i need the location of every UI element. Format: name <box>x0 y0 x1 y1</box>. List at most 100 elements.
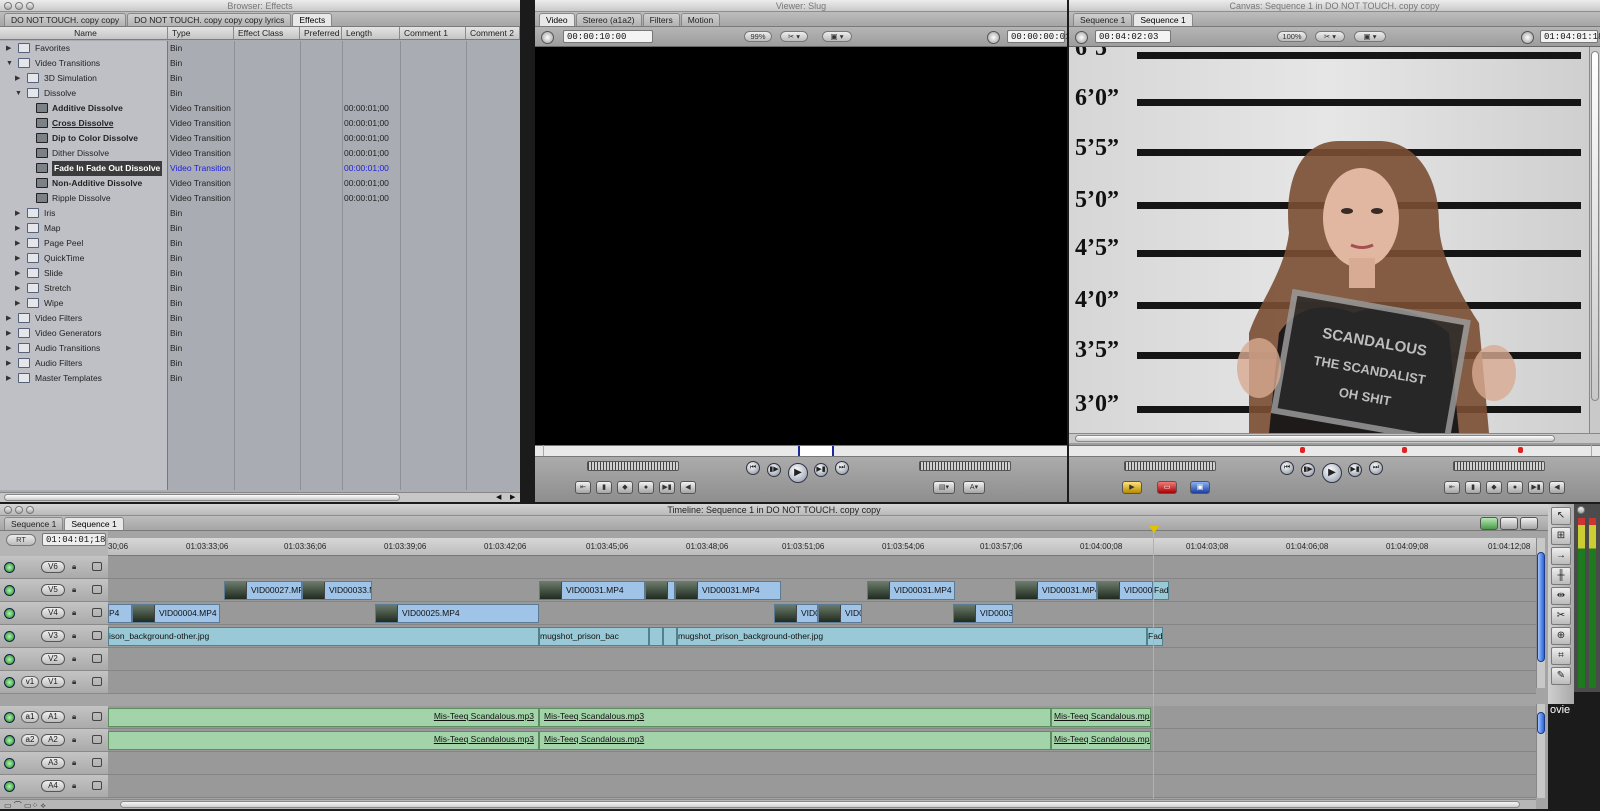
canvas-tab-sequence-1a[interactable]: Sequence 1 <box>1073 13 1133 26</box>
track-visibility-icon[interactable] <box>4 677 15 688</box>
canvas-titlebar[interactable]: Canvas: Sequence 1 in DO NOT TOUCH. copy… <box>1069 0 1600 12</box>
effect-row[interactable]: Additive Dissolve Video Transition 00:00:0… <box>0 101 520 116</box>
track-content[interactable] <box>108 671 1536 694</box>
col-comment-1[interactable]: Comment 1 <box>400 27 466 39</box>
timeline-clip[interactable]: P4 <box>108 604 132 623</box>
track-content[interactable] <box>108 556 1536 579</box>
effect-row[interactable]: ▶ Master Templates Bin <box>0 371 520 386</box>
canvas-playhead[interactable] <box>1591 445 1592 456</box>
lock-icon[interactable]: 🔒︎ <box>72 758 79 767</box>
go-to-prev-edit-button[interactable]: ⏮ <box>746 461 760 475</box>
track-content[interactable]: P4 VID00004.MP4 VID00025.MP4 VID0 VID0 VID000… <box>108 602 1536 625</box>
auto-select-icon[interactable] <box>92 585 102 594</box>
disclosure-closed-icon[interactable]: ▶ <box>6 371 11 386</box>
lock-icon[interactable]: 🔒︎ <box>72 781 79 790</box>
source-patch[interactable]: v1 <box>21 676 39 688</box>
lock-icon[interactable]: 🔒︎ <box>72 562 79 571</box>
track-content[interactable]: Mis-Teeq Scandalous.mp3 Mis-Teeq Scandalo… <box>108 706 1536 729</box>
tab-project-2[interactable]: DO NOT TOUCH. copy copy copy lyrics <box>127 13 292 26</box>
go-to-next-edit-button[interactable]: ⏭ <box>1369 461 1383 475</box>
viewer-titlebar[interactable]: Viewer: Slug <box>535 0 1067 12</box>
track-visibility-icon[interactable] <box>4 585 15 596</box>
scroll-thumb[interactable] <box>1537 712 1545 734</box>
timeline-clip[interactable]: VID0 <box>774 604 818 623</box>
mark-in-button[interactable]: ▶▮ <box>1528 481 1544 494</box>
window-buttons[interactable] <box>4 2 34 10</box>
timeline-playhead[interactable] <box>1153 528 1154 809</box>
disclosure-closed-icon[interactable]: ▶ <box>15 281 20 296</box>
timeline-clip[interactable]: VID00027.MP <box>224 581 302 600</box>
track-options-button[interactable] <box>1520 517 1538 530</box>
viewer-video-area[interactable] <box>535 47 1067 445</box>
canvas-scrubber[interactable] <box>1069 445 1600 457</box>
track-content[interactable] <box>108 752 1536 775</box>
effect-row[interactable]: ▶ QuickTime Bin <box>0 251 520 266</box>
viewer-zoom-popup[interactable]: 99% <box>744 31 772 42</box>
timeline-clip[interactable]: Fad <box>1153 581 1169 600</box>
canvas-video-frame[interactable]: 6’5 6’0” 5’5” 5’0” 4’5” 4’0” 3’5” 3’0” S… <box>1069 47 1589 433</box>
timeline-tab-sequence-1b[interactable]: Sequence 1 <box>64 517 124 530</box>
browser-titlebar[interactable]: Browser: Effects <box>0 0 520 12</box>
effect-row[interactable]: Dip to Color Dissolve Video Transition 00:… <box>0 131 520 146</box>
match-frame-button[interactable]: ⇤ <box>1444 481 1460 494</box>
col-comment-2[interactable]: Comment 2 <box>466 27 520 39</box>
auto-select-icon[interactable] <box>92 758 102 767</box>
timeline-ruler[interactable]: 30;06 01:03:33;06 01:03:36;06 01:03:39;06 01… <box>108 538 1536 556</box>
timeline-clip[interactable]: VID00025.MP4 <box>375 604 539 623</box>
tab-motion[interactable]: Motion <box>680 13 721 26</box>
timeline-clip[interactable]: VID00031.MP4 <box>1015 581 1097 600</box>
timeline-clip[interactable] <box>649 627 663 646</box>
effect-row[interactable]: ▶ Stretch Bin <box>0 281 520 296</box>
timeline-clip[interactable]: VID000 <box>1097 581 1153 600</box>
timeline-clip[interactable]: mugshot_prison_bac <box>539 627 649 646</box>
timeline-clip[interactable]: ison_background-other.jpg <box>108 627 539 646</box>
scroll-thumb[interactable] <box>1075 435 1555 442</box>
destination-patch[interactable]: V6 <box>41 561 65 573</box>
viewer-scrubber[interactable] <box>535 445 1067 457</box>
source-patch[interactable]: a1 <box>21 711 39 723</box>
timeline-titlebar[interactable]: Timeline: Sequence 1 in DO NOT TOUCH. co… <box>0 504 1548 516</box>
auto-select-icon[interactable] <box>92 781 102 790</box>
timeline-clip[interactable]: Mis-Teeq Scandalous.mp3 <box>539 731 1051 750</box>
viewer-current-timecode[interactable]: 00:00:00:01 <box>1007 30 1070 43</box>
lock-icon[interactable]: 🔒︎ <box>72 631 79 640</box>
mark-in-button[interactable]: ▶▮ <box>659 481 675 494</box>
effect-row[interactable]: ▶ Video Generators Bin <box>0 326 520 341</box>
viewer-overlay-popup[interactable]: ▣ ▾ <box>822 31 852 42</box>
disclosure-closed-icon[interactable]: ▶ <box>6 326 11 341</box>
effect-row[interactable]: ▶ Video Filters Bin <box>0 311 520 326</box>
effect-row[interactable]: ▶ 3D Simulation Bin <box>0 71 520 86</box>
timeline-zoom-controls[interactable]: ▭ ⌒ ▭⁘ ⟡ <box>4 800 104 810</box>
track-content[interactable]: Mis-Teeq Scandalous.mp3 Mis-Teeq Scandalo… <box>108 729 1536 752</box>
destination-patch[interactable]: V2 <box>41 653 65 665</box>
tab-video[interactable]: Video <box>539 13 575 26</box>
track-visibility-icon[interactable] <box>4 562 15 573</box>
effect-row[interactable]: Dither Dissolve Video Transition 00:00:01;… <box>0 146 520 161</box>
timeline-clip[interactable] <box>645 581 675 600</box>
tab-effects[interactable]: Effects <box>292 13 333 26</box>
timeline-clip[interactable]: mugshot_prison_background-other.jpg <box>677 627 1147 646</box>
timeline-tab-sequence-1a[interactable]: Sequence 1 <box>4 517 64 530</box>
mark-clip-button[interactable]: ▮ <box>1465 481 1481 494</box>
destination-patch[interactable]: V1 <box>41 676 65 688</box>
auto-select-icon[interactable] <box>92 735 102 744</box>
go-to-prev-edit-button[interactable]: ⏮ <box>1280 461 1294 475</box>
timeline-clip[interactable]: Fad <box>1147 627 1163 646</box>
scroll-right-icon[interactable]: ▶ <box>510 493 515 501</box>
effect-row[interactable]: Cross Dissolve Video Transition 00:00:01;0… <box>0 116 520 131</box>
destination-patch[interactable]: A2 <box>41 734 65 746</box>
track-visibility-icon[interactable] <box>4 608 15 619</box>
audio-enable-icon[interactable] <box>4 735 15 746</box>
viewer-view-popup[interactable]: ✂ ▾ <box>780 31 808 42</box>
source-patch[interactable]: a2 <box>21 734 39 746</box>
effect-row[interactable]: Fade In Fade Out Dissolve Video Transitio… <box>0 161 520 176</box>
tab-filters[interactable]: Filters <box>642 13 680 26</box>
audio-enable-icon[interactable] <box>4 712 15 723</box>
effect-row[interactable]: Non-Additive Dissolve Video Transition 00:… <box>0 176 520 191</box>
timeline-clip[interactable]: VID00031.MP4 <box>675 581 781 600</box>
recent-clips-popup[interactable]: ▤▾ <box>933 481 955 494</box>
mark-out-button[interactable]: ◀ <box>1549 481 1565 494</box>
canvas-duration-field[interactable]: 00:04:02:03 <box>1095 30 1171 43</box>
track-content[interactable] <box>108 648 1536 671</box>
scroll-thumb[interactable] <box>1537 552 1545 662</box>
